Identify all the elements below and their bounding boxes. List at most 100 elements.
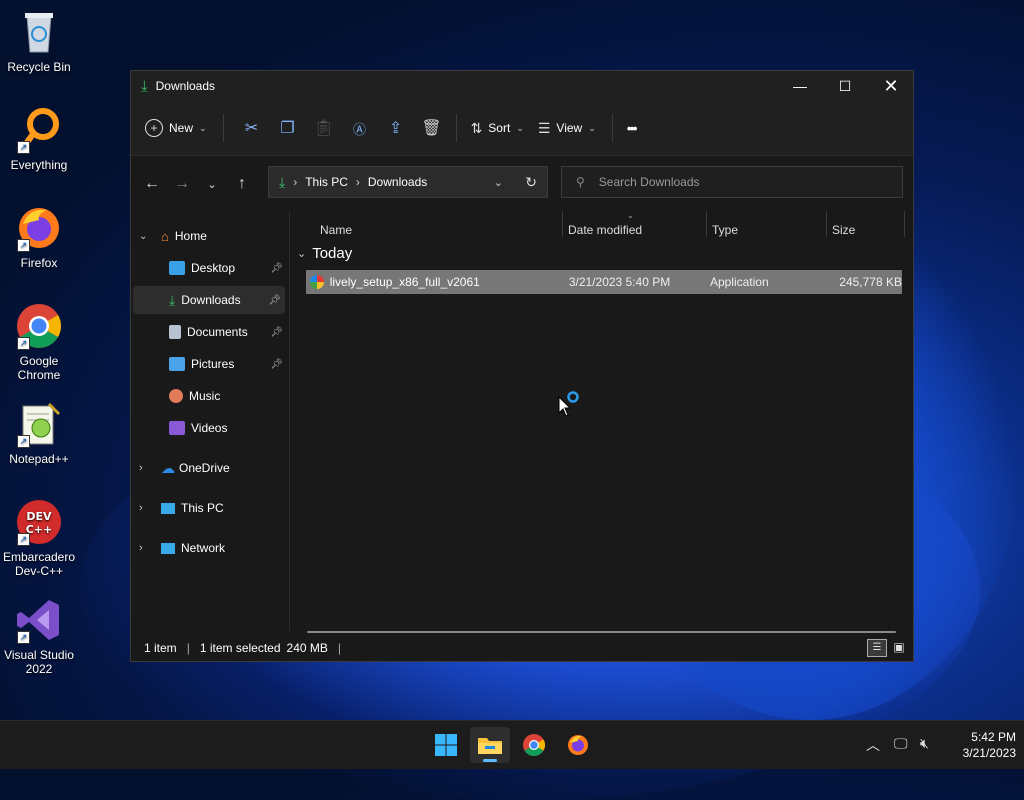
taskbar-file-explorer[interactable] xyxy=(470,727,510,763)
chevron-right-icon: › xyxy=(139,542,143,554)
start-button[interactable] xyxy=(426,727,466,763)
command-bar: + New ⌄ ✂ ❐ 📋︎ Ⓐ ⇪ 🗑︎ ⇅ Sort ⌄ ☰ View ⌄ … xyxy=(131,101,913,156)
sidebar-item-home[interactable]: ⌄ ⌂ Home xyxy=(139,222,207,250)
address-dropdown-chevron-icon[interactable]: ⌄ xyxy=(494,176,503,189)
application-icon xyxy=(310,275,324,289)
folder-icon xyxy=(478,738,502,754)
videos-icon xyxy=(169,421,185,435)
sidebar-item-documents[interactable]: Documents 📌︎ xyxy=(169,318,287,346)
address-bar[interactable]: ⤓ › This PC › Downloads ⌄ ↻ xyxy=(268,166,548,198)
desktop-icon-label: Recycle Bin xyxy=(7,60,71,74)
navigation-pane: ⌄ ⌂ Home Desktop 📌︎ ⤓ Downloads 📌︎ Docum… xyxy=(131,211,290,631)
sidebar-item-onedrive[interactable]: › ☁ OneDrive xyxy=(139,454,230,482)
column-header-date-modified[interactable]: Date modified xyxy=(568,223,642,237)
documents-icon xyxy=(169,325,181,339)
sidebar-item-desktop[interactable]: Desktop 📌︎ xyxy=(169,254,287,282)
active-indicator xyxy=(483,759,497,762)
file-explorer-window: ⤓ Downloads — ☐ ✕ + New ⌄ ✂ ❐ 📋︎ Ⓐ ⇪ 🗑︎ … xyxy=(130,70,914,662)
sidebar-item-pictures[interactable]: Pictures 📌︎ xyxy=(169,350,287,378)
dev-cpp-icon: DEV C++ ↗ xyxy=(15,498,63,546)
taskbar-chrome[interactable] xyxy=(514,727,554,763)
desktop-icon-firefox[interactable]: ↗ Firefox xyxy=(0,204,78,270)
file-date-modified: 3/21/2023 5:40 PM xyxy=(568,275,671,289)
column-header-name[interactable]: Name xyxy=(320,223,352,237)
breadcrumb-this-pc[interactable]: This PC xyxy=(305,175,348,189)
desktop-icon-everything[interactable]: ↗ Everything xyxy=(0,106,78,172)
cut-icon[interactable]: ✂ xyxy=(238,114,266,142)
firefox-icon: ↗ xyxy=(15,204,63,252)
chevron-down-icon: ⌄ xyxy=(297,248,307,260)
group-label: Today xyxy=(312,245,353,262)
back-arrow-icon[interactable]: ← xyxy=(137,169,167,199)
clock-time: 5:42 PM xyxy=(971,730,1016,744)
column-divider[interactable] xyxy=(706,211,707,237)
column-header-type[interactable]: Type xyxy=(712,223,738,237)
large-icons-view-icon[interactable]: ▣ xyxy=(891,639,907,655)
visual-studio-icon: ↗ xyxy=(15,596,63,644)
desktop-icon-visual-studio[interactable]: ↗ Visual Studio 2022 xyxy=(0,596,78,676)
volume-muted-icon[interactable]: 🔇︎ xyxy=(920,735,929,752)
download-icon: ⤓ xyxy=(279,173,286,190)
taskbar: ︿ 🖵︎ 🔇︎ 5:42 PM 3/21/2023 xyxy=(0,720,1024,769)
group-header-today[interactable]: ⌄ Today xyxy=(297,245,352,262)
file-type: Application xyxy=(709,275,769,289)
desktop-icon-recycle-bin[interactable]: Recycle Bin xyxy=(0,8,78,74)
new-button[interactable]: + New ⌄ xyxy=(145,119,207,137)
divider xyxy=(611,114,613,142)
up-arrow-icon[interactable]: ↑ xyxy=(227,169,257,199)
sidebar-item-downloads[interactable]: ⤓ Downloads 📌︎ xyxy=(133,286,285,314)
chrome-icon xyxy=(523,734,545,756)
taskbar-firefox[interactable] xyxy=(558,727,598,763)
status-selected: 1 item selected xyxy=(199,641,281,655)
status-divider: | xyxy=(337,641,342,655)
column-divider[interactable] xyxy=(904,211,905,237)
horizontal-scrollbar[interactable] xyxy=(307,631,896,633)
paste-icon[interactable]: 📋︎ xyxy=(310,114,338,142)
pin-icon: 📌︎ xyxy=(268,294,281,306)
breadcrumb-downloads[interactable]: Downloads xyxy=(368,175,427,189)
refresh-icon[interactable]: ↻ xyxy=(525,174,537,191)
rename-icon[interactable]: Ⓐ xyxy=(346,114,374,142)
sidebar-item-network[interactable]: › Network xyxy=(139,534,225,562)
chevron-down-icon: ⌄ xyxy=(199,122,207,133)
shortcut-arrow-icon: ↗ xyxy=(17,141,30,154)
minimize-button[interactable]: — xyxy=(777,71,823,101)
table-row[interactable]: lively_setup_x86_full_v2061 3/21/2023 5:… xyxy=(306,270,902,294)
desktop-icon-dev-cpp[interactable]: DEV C++ ↗ Embarcadero Dev-C++ xyxy=(0,498,78,578)
plus-circle-icon: + xyxy=(145,119,163,137)
desktop-icon-label: Google Chrome xyxy=(17,354,61,382)
details-view-icon[interactable]: ☰ xyxy=(867,639,887,657)
pin-icon: 📌︎ xyxy=(270,262,283,274)
column-divider[interactable] xyxy=(562,211,563,237)
forward-arrow-icon[interactable]: → xyxy=(167,169,197,199)
busy-cursor-icon xyxy=(557,391,581,420)
breadcrumb-separator: › xyxy=(293,175,298,189)
chevron-right-icon: › xyxy=(139,462,143,474)
pin-icon: 📌︎ xyxy=(270,326,283,338)
desktop-icon-google-chrome[interactable]: ↗ Google Chrome xyxy=(0,302,78,382)
column-divider[interactable] xyxy=(826,211,827,237)
copy-icon[interactable]: ❐ xyxy=(274,114,302,142)
clock[interactable]: 5:42 PM 3/21/2023 xyxy=(946,729,1016,761)
sidebar-item-videos[interactable]: Videos xyxy=(169,414,287,442)
sort-button[interactable]: ⇅ Sort ⌄ xyxy=(471,120,524,137)
column-header-size[interactable]: Size xyxy=(832,223,855,237)
title-bar[interactable]: ⤓ Downloads — ☐ ✕ xyxy=(131,71,913,101)
download-icon: ⤓ xyxy=(141,77,148,95)
network-status-icon[interactable]: 🖵︎ xyxy=(894,735,908,752)
recent-locations-chevron-icon[interactable]: ⌄ xyxy=(197,169,227,199)
delete-icon[interactable]: 🗑︎ xyxy=(418,114,446,142)
close-button[interactable]: ✕ xyxy=(868,71,914,101)
computer-icon xyxy=(161,502,175,514)
maximize-button[interactable]: ☐ xyxy=(822,71,868,101)
search-input[interactable]: ⚲ Search Downloads xyxy=(561,166,903,198)
see-more-button[interactable]: ••• xyxy=(627,120,638,136)
sidebar-item-music[interactable]: Music xyxy=(169,382,287,410)
sidebar-item-this-pc[interactable]: › This PC xyxy=(139,494,224,522)
sidebar-item-label: Desktop xyxy=(191,261,236,275)
share-icon[interactable]: ⇪ xyxy=(382,114,410,142)
divider xyxy=(222,114,224,142)
show-hidden-icons-chevron-icon[interactable]: ︿ xyxy=(866,735,880,755)
view-button[interactable]: ☰ View ⌄ xyxy=(538,120,596,137)
desktop-icon-notepad-plus-plus[interactable]: ↗ Notepad++ xyxy=(0,400,78,466)
